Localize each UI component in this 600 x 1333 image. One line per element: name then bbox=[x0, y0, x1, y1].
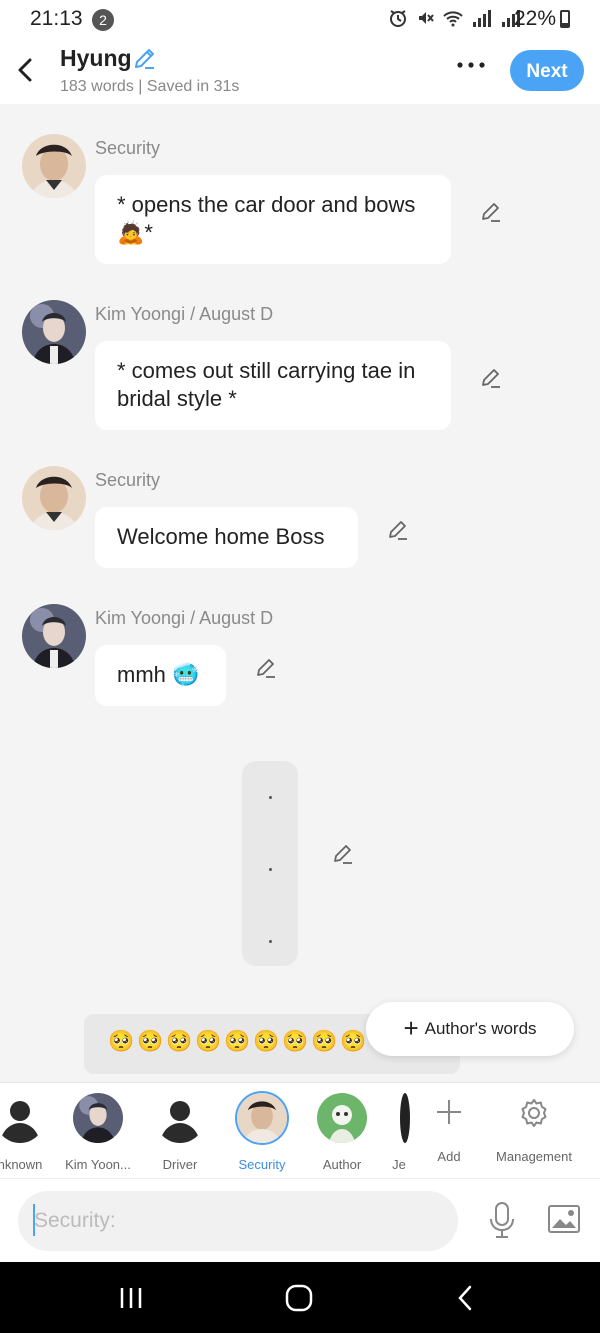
character-avatar bbox=[73, 1093, 123, 1143]
character-avatar bbox=[317, 1093, 367, 1143]
wifi-icon bbox=[443, 11, 463, 27]
image-icon bbox=[548, 1205, 580, 1233]
mute-icon bbox=[419, 12, 434, 24]
alarm-icon bbox=[390, 10, 406, 27]
gear-icon bbox=[488, 1097, 580, 1137]
dot bbox=[269, 868, 272, 871]
character-selector-bar: nknown Kim Yoon... Driver Security Autho… bbox=[0, 1082, 600, 1179]
emoji-button[interactable]: 🥺 bbox=[137, 1030, 163, 1054]
management-button[interactable]: Management bbox=[488, 1097, 580, 1164]
avatar-kim-yoongi[interactable] bbox=[22, 604, 86, 668]
home-icon bbox=[285, 1284, 313, 1312]
message-bubble[interactable]: * opens the car door and bows 🙇* bbox=[95, 175, 451, 264]
plus-icon bbox=[420, 1097, 478, 1137]
avatar-security[interactable] bbox=[22, 466, 86, 530]
emoji-button[interactable]: 🥺 bbox=[340, 1030, 366, 1054]
pending-message-bubble[interactable] bbox=[242, 761, 298, 966]
emoji-button[interactable]: 🥺 bbox=[311, 1030, 337, 1054]
dot bbox=[269, 940, 272, 943]
management-label: Management bbox=[496, 1149, 572, 1164]
word-count-status: 183 words | Saved in 31s bbox=[60, 78, 240, 95]
character-driver[interactable]: Driver bbox=[150, 1093, 210, 1172]
page-title: Hyung bbox=[60, 45, 132, 71]
character-avatar bbox=[400, 1093, 410, 1143]
notification-count-badge: 2 bbox=[92, 9, 114, 31]
system-navigation-bar bbox=[0, 1262, 600, 1333]
add-label: Add bbox=[437, 1149, 461, 1164]
battery-percent: 22% bbox=[514, 7, 557, 30]
edit-message-icon[interactable] bbox=[254, 656, 278, 680]
character-unknown[interactable]: nknown bbox=[0, 1093, 52, 1172]
character-security[interactable]: Security bbox=[230, 1093, 294, 1172]
image-button[interactable] bbox=[547, 1203, 581, 1240]
character-label: Kim Yoon... bbox=[65, 1157, 131, 1172]
more-options-button[interactable] bbox=[455, 54, 487, 82]
dot bbox=[269, 796, 272, 799]
silhouette-avatar bbox=[155, 1093, 205, 1143]
text-cursor bbox=[33, 1204, 35, 1236]
status-time: 21:13 bbox=[30, 7, 83, 30]
message-bubble[interactable]: mmh 🥶 bbox=[95, 645, 226, 706]
signal-icon bbox=[473, 10, 492, 27]
character-label: nknown bbox=[0, 1157, 43, 1172]
sender-name: Kim Yoongi / August D bbox=[95, 608, 274, 628]
edit-message-icon[interactable] bbox=[479, 366, 503, 390]
back-icon bbox=[458, 1285, 472, 1311]
battery-icon bbox=[560, 10, 570, 28]
silhouette-avatar bbox=[0, 1093, 45, 1143]
composer-bar: Security: bbox=[0, 1178, 600, 1263]
character-author[interactable]: Author bbox=[312, 1093, 372, 1172]
emoji-button[interactable]: 🥺 bbox=[108, 1030, 134, 1054]
more-horizontal-icon bbox=[457, 62, 485, 68]
character-je[interactable]: Je bbox=[388, 1093, 410, 1172]
character-kim-yoongi[interactable]: Kim Yoon... bbox=[60, 1093, 136, 1172]
microphone-button[interactable] bbox=[487, 1201, 517, 1246]
emoji-button[interactable]: 🥺 bbox=[195, 1030, 221, 1054]
avatar-kim-yoongi[interactable] bbox=[22, 300, 86, 364]
recent-apps-button[interactable] bbox=[118, 1286, 144, 1315]
emoji-button[interactable]: 🥺 bbox=[282, 1030, 308, 1054]
character-label: Author bbox=[322, 1157, 362, 1172]
emoji-button[interactable]: 🥺 bbox=[253, 1030, 279, 1054]
character-label: Security bbox=[238, 1157, 286, 1172]
status-bar: 21:13 2 22% bbox=[0, 0, 600, 40]
message-bubble[interactable]: Welcome home Boss bbox=[95, 507, 358, 568]
message-bubble[interactable]: * comes out still carrying tae in bridal… bbox=[95, 341, 451, 430]
avatar-security[interactable] bbox=[22, 134, 86, 198]
app-header: Hyung 183 words | Saved in 31s Next bbox=[0, 40, 600, 104]
plus-icon: + bbox=[403, 1012, 419, 1043]
next-button[interactable]: Next bbox=[510, 50, 584, 91]
back-button[interactable] bbox=[12, 52, 40, 88]
edit-message-icon[interactable] bbox=[331, 842, 355, 866]
sender-name: Security bbox=[95, 138, 161, 158]
authors-words-button[interactable]: + Author's words bbox=[366, 1002, 574, 1056]
character-label: Je bbox=[392, 1157, 406, 1172]
edit-title-icon[interactable] bbox=[132, 46, 158, 77]
chevron-left-icon bbox=[18, 58, 32, 82]
edit-message-icon[interactable] bbox=[479, 200, 503, 224]
system-icons bbox=[388, 8, 522, 33]
character-avatar bbox=[237, 1093, 287, 1143]
recent-apps-icon bbox=[120, 1288, 142, 1308]
microphone-icon bbox=[490, 1202, 514, 1238]
sender-name: Security bbox=[95, 470, 161, 490]
message-input[interactable]: Security: bbox=[18, 1191, 458, 1251]
sender-name: Kim Yoongi / August D bbox=[95, 304, 274, 324]
character-label: Driver bbox=[162, 1157, 198, 1172]
emoji-button[interactable]: 🥺 bbox=[166, 1030, 192, 1054]
emoji-button[interactable]: 🥺 bbox=[224, 1030, 250, 1054]
authors-words-label: Author's words bbox=[424, 1019, 537, 1038]
edit-message-icon[interactable] bbox=[386, 518, 410, 542]
add-character-button[interactable]: Add bbox=[420, 1097, 478, 1164]
home-button[interactable] bbox=[284, 1284, 314, 1317]
nav-back-button[interactable] bbox=[455, 1284, 477, 1317]
